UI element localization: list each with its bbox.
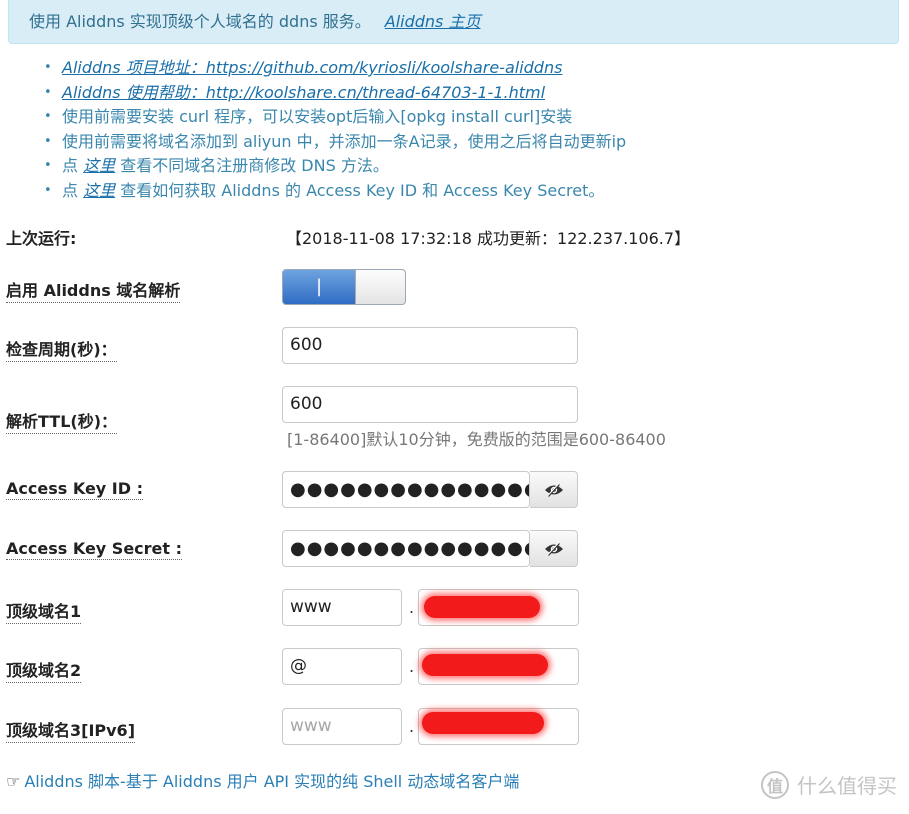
ttl-label: 解析TTL(秒)： [6,408,118,434]
key-id-label: Access Key ID : [6,479,143,500]
note-item: 点 这里 查看不同域名注册商修改 DNS 方法。 [44,154,626,179]
enable-toggle-switch[interactable]: | [282,269,406,305]
footer-text[interactable]: Aliddns 脚本-基于 Aliddns 用户 API 实现的纯 Shell … [24,772,519,791]
enable-label: 启用 Aliddns 域名解析 [6,277,181,303]
pointing-hand-icon: ☞ [6,772,21,791]
redaction-mark [422,712,544,734]
note-text: 点 [62,180,84,200]
redaction-mark [422,654,548,676]
watermark-text: 什么值得买 [797,774,897,798]
key-secret-input[interactable]: ●●●●●●●●●●●●●●●●●●●●●●●●●●●●●● [282,530,530,567]
note-link[interactable]: 这里 [83,156,115,175]
note-text: 点 [62,156,84,175]
interval-label: 检查周期(秒)： [6,336,117,362]
domain1-label: 顶级域名1 [6,598,82,624]
note-text: 使用前需要安装 curl 程序，可以安装opt后输入[opkg install … [62,107,573,126]
last-run-status: 【2018-11-08 17:32:18 成功更新：122.237.106.7】 [286,229,691,248]
domain3-host-input[interactable]: www [282,708,402,745]
info-banner: 使用 Aliddns 实现顶级个人域名的 ddns 服务。 Aliddns 主页 [8,0,899,44]
banner-text: 使用 Aliddns 实现顶级个人域名的 ddns 服务。 [29,12,371,31]
ttl-hint: [1-86400]默认10分钟，免费版的范围是600-86400 [287,430,666,449]
switch-knob[interactable] [355,270,405,304]
note-item: Aliddns 使用帮助：http://koolshare.cn/thread-… [44,81,626,106]
domain3-dot: . [409,717,415,736]
footer-link[interactable]: ☞ Aliddns 脚本-基于 Aliddns 用户 API 实现的纯 Shell… [6,768,519,792]
note-link[interactable]: Aliddns 项目地址：https://github.com/kyriosli… [62,58,562,77]
banner-home-link[interactable]: Aliddns 主页 [385,12,481,31]
eye-toggle-icon [544,542,563,556]
watermark-badge: 值 [761,770,789,799]
note-item: 使用前需要将域名添加到 aliyun 中，并添加一条A记录，使用之后将自动更新i… [44,130,626,155]
domain2-label: 顶级域名2 [6,657,82,683]
interval-input[interactable]: 600 [282,327,578,364]
domain1-dot: . [409,598,415,617]
domain1-host-input[interactable]: www [282,589,402,626]
eye-toggle-icon [544,483,563,497]
last-run-label: 上次运行: [6,229,77,248]
key-id-input[interactable]: ●●●●●●●●●●●●●●●● [282,471,530,508]
note-item: 使用前需要安装 curl 程序，可以安装opt后输入[opkg install … [44,105,626,130]
note-text: 查看不同域名注册商修改 DNS 方法。 [115,156,389,175]
note-text: 使用前需要将域名添加到 aliyun 中，并添加一条A记录，使用之后将自动更新i… [62,131,627,151]
notes-list: Aliddns 项目地址：https://github.com/kyriosli… [44,56,626,203]
note-link[interactable]: Aliddns 使用帮助：http://koolshare.cn/thread-… [62,83,545,102]
watermark: 值 什么值得买 [761,770,897,799]
note-item: 点 这里 查看如何获取 Aliddns 的 Access Key ID 和 Ac… [44,179,626,204]
key-secret-visibility-button[interactable] [530,530,578,567]
note-item: Aliddns 项目地址：https://github.com/kyriosli… [44,56,626,81]
key-id-visibility-button[interactable] [530,471,578,508]
domain3-label: 顶级域名3[IPv6] [6,717,136,743]
domain2-dot: . [409,657,415,676]
domain2-host-input[interactable]: @ [282,648,402,685]
ttl-input[interactable]: 600 [282,386,578,423]
note-link[interactable]: 这里 [83,181,115,200]
switch-on-side: | [283,270,355,304]
redaction-mark [424,596,540,618]
key-secret-label: Access Key Secret : [6,539,183,560]
note-text: 查看如何获取 Aliddns 的 Access Key ID 和 Access … [115,180,605,200]
